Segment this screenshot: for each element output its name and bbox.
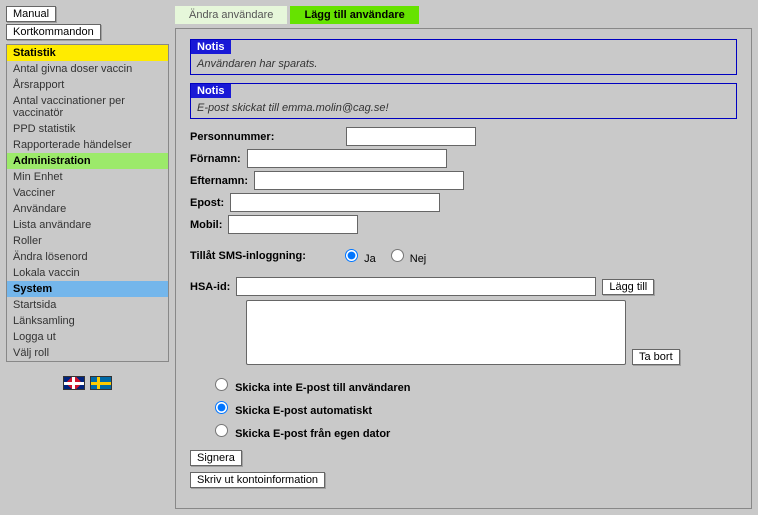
shortcuts-button[interactable]: Kortkommandon	[6, 24, 101, 40]
notice-body-email: E-post skickat till emma.molin@cag.se!	[191, 98, 736, 118]
flag-uk-icon[interactable]	[63, 376, 85, 390]
flag-se-icon[interactable]	[90, 376, 112, 390]
radio-sms-ja-wrapper[interactable]: Ja	[340, 246, 376, 265]
input-personnummer[interactable]	[346, 127, 476, 146]
nav-item-losenord[interactable]: Ändra lösenord	[7, 249, 168, 265]
sign-button[interactable]: Signera	[190, 450, 242, 466]
nav-item-anvandare[interactable]: Användare	[7, 201, 168, 217]
nav-item-vacciner[interactable]: Vacciner	[7, 185, 168, 201]
radio-email-none[interactable]	[215, 378, 228, 391]
input-epost[interactable]	[230, 193, 440, 212]
nav-item-doser[interactable]: Antal givna doser vaccin	[7, 61, 168, 77]
label-email-none: Skicka inte E-post till användaren	[235, 382, 410, 394]
hsa-remove-button[interactable]: Ta bort	[632, 349, 680, 365]
radio-label-ja: Ja	[364, 253, 376, 265]
notice-email: Notis E-post skickat till emma.molin@cag…	[190, 83, 737, 119]
hsa-id-list[interactable]	[246, 300, 626, 365]
label-personnummer: Personnummer:	[190, 131, 340, 143]
tab-add-user[interactable]: Lägg till användare	[290, 6, 418, 24]
radio-sms-ja[interactable]	[345, 249, 358, 262]
label-email-own: Skicka E-post från egen dator	[235, 428, 390, 440]
radio-email-own[interactable]	[215, 424, 228, 437]
radio-sms-nej[interactable]	[391, 249, 404, 262]
sidebar-nav: Statistik Antal givna doser vaccin Årsra…	[6, 44, 169, 362]
input-hsa-id[interactable]	[236, 277, 596, 296]
label-hsa-id: HSA-id:	[190, 281, 230, 293]
nav-header-statistik: Statistik	[7, 45, 168, 61]
label-sms-login: Tillåt SMS-inloggning:	[190, 250, 340, 262]
nav-item-logga-ut[interactable]: Logga ut	[7, 329, 168, 345]
label-epost: Epost:	[190, 197, 224, 209]
notice-body-saved: Användaren har sparats.	[191, 54, 736, 74]
nav-item-lokala-vaccin[interactable]: Lokala vaccin	[7, 265, 168, 281]
tab-edit-user[interactable]: Ändra användare	[175, 6, 287, 24]
nav-item-arsrapport[interactable]: Årsrapport	[7, 77, 168, 93]
nav-item-valj-roll[interactable]: Välj roll	[7, 345, 168, 361]
nav-item-startsida[interactable]: Startsida	[7, 297, 168, 313]
input-fornamn[interactable]	[247, 149, 447, 168]
input-efternamn[interactable]	[254, 171, 464, 190]
manual-button[interactable]: Manual	[6, 6, 56, 22]
print-account-button[interactable]: Skriv ut kontoinformation	[190, 472, 325, 488]
nav-item-min-enhet[interactable]: Min Enhet	[7, 169, 168, 185]
notice-head: Notis	[191, 40, 231, 54]
notice-head: Notis	[191, 84, 231, 98]
nav-header-admin: Administration	[7, 153, 168, 169]
label-efternamn: Efternamn:	[190, 175, 248, 187]
nav-item-roller[interactable]: Roller	[7, 233, 168, 249]
nav-item-per-vaccinator[interactable]: Antal vaccinationer per vaccinatör	[7, 93, 168, 121]
notice-saved: Notis Användaren har sparats.	[190, 39, 737, 75]
label-email-auto: Skicka E-post automatiskt	[235, 405, 372, 417]
radio-sms-nej-wrapper[interactable]: Nej	[386, 246, 427, 265]
nav-item-ppd[interactable]: PPD statistik	[7, 121, 168, 137]
nav-header-system: System	[7, 281, 168, 297]
nav-item-lanksamling[interactable]: Länksamling	[7, 313, 168, 329]
radio-label-nej: Nej	[410, 253, 427, 265]
label-fornamn: Förnamn:	[190, 153, 241, 165]
main-panel: Notis Användaren har sparats. Notis E-po…	[175, 28, 752, 509]
nav-item-lista-anvandare[interactable]: Lista användare	[7, 217, 168, 233]
label-mobil: Mobil:	[190, 219, 222, 231]
radio-email-auto[interactable]	[215, 401, 228, 414]
nav-item-handelser[interactable]: Rapporterade händelser	[7, 137, 168, 153]
input-mobil[interactable]	[228, 215, 358, 234]
hsa-add-button[interactable]: Lägg till	[602, 279, 654, 295]
